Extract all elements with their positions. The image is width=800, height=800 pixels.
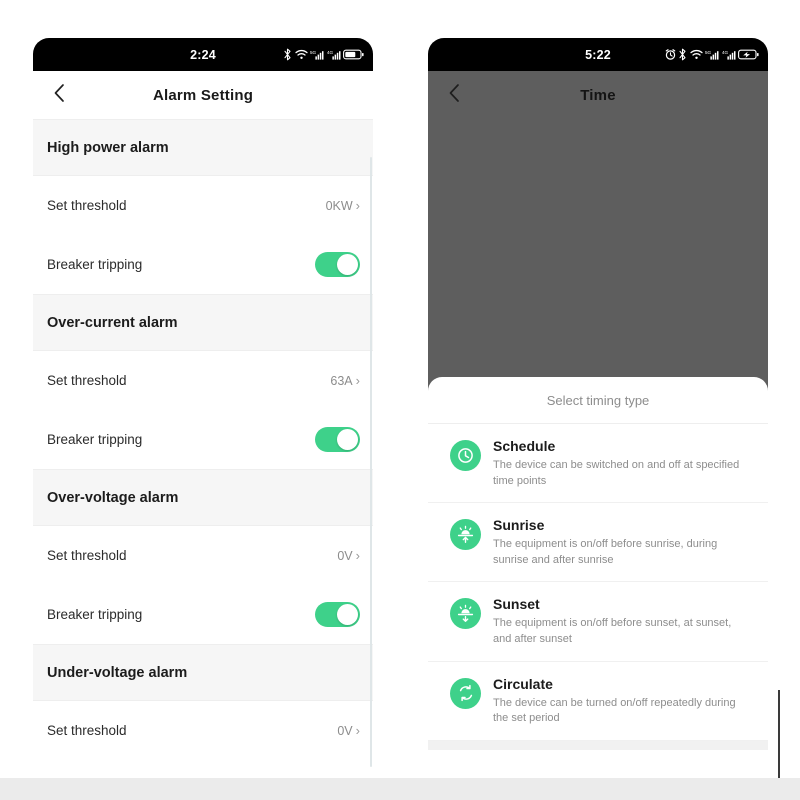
toggle-knob [337, 604, 358, 625]
svg-text:5G: 5G [310, 50, 317, 55]
option-title: Sunset [493, 596, 540, 613]
circulate-icon [450, 677, 481, 709]
row-right: 0V › [337, 549, 360, 563]
page-title: Alarm Setting [152, 86, 254, 104]
battery-icon [343, 49, 364, 60]
option-title: Circulate [493, 675, 553, 692]
wifi-icon [294, 49, 308, 60]
row-value: 0V [337, 723, 353, 738]
option-description: The equipment is on/off before sunset, a… [493, 617, 732, 646]
wifi-icon [689, 49, 703, 60]
sunset-icon [450, 598, 481, 630]
option-title: Sunrise [493, 517, 545, 534]
option-circulate[interactable]: Circulate The device can be turned on/of… [428, 662, 768, 741]
row-value: 63A [330, 373, 353, 388]
sheet-title: Select timing type [428, 377, 768, 424]
battery-charging-icon [738, 49, 759, 60]
bluetooth-icon [283, 48, 292, 61]
page-right-edge [778, 690, 780, 778]
section-title: Over-current alarm [47, 314, 178, 331]
section-title: Over-voltage alarm [47, 489, 179, 506]
row-set-threshold-under-voltage[interactable]: Set threshold 0V › [33, 701, 373, 760]
svg-text:5G: 5G [705, 50, 712, 55]
left-status-bar: 2:24 5G 4G [33, 38, 373, 71]
phone-left-alarm-setting: 2:24 5G 4G Alarm Setting High power alar… [33, 38, 373, 778]
right-nav-bar: Time [428, 71, 768, 119]
toggle-breaker-tripping[interactable] [315, 252, 360, 277]
option-description: The equipment is on/off before sunrise, … [493, 538, 718, 566]
row-label: Breaker tripping [47, 607, 143, 622]
option-description: The device can be turned on/off repeated… [493, 696, 736, 725]
chevron-right-icon: › [355, 548, 360, 563]
right-status-icons: 5G 4G [665, 48, 760, 61]
row-right: 0KW › [326, 199, 360, 213]
row-label: Set threshold [47, 723, 127, 738]
screenshot-canvas: 2:24 5G 4G Alarm Setting High power alar… [0, 0, 800, 800]
row-label: Breaker tripping [47, 257, 143, 272]
row-value: 0KW [325, 198, 353, 213]
row-label: Breaker tripping [47, 432, 143, 447]
signal-icon-2: 4G [327, 49, 341, 60]
option-sunrise[interactable]: Sunrise The equipment is on/off before s… [428, 503, 768, 583]
clock-icon [450, 440, 481, 471]
chevron-right-icon: › [355, 198, 360, 213]
row-set-threshold-high-power[interactable]: Set threshold 0KW › [33, 176, 373, 235]
timing-type-bottom-sheet: Select timing type Schedule The device c… [428, 377, 768, 750]
section-header-over-current-alarm: Over-current alarm [33, 294, 373, 351]
page-title: Time [580, 86, 616, 104]
row-label: Set threshold [47, 548, 127, 563]
alarm-settings-list: High power alarm Set threshold 0KW › Bre… [33, 119, 373, 778]
row-set-threshold-over-voltage[interactable]: Set threshold 0V › [33, 526, 373, 585]
bluetooth-icon [678, 48, 687, 61]
option-text: Sunrise The equipment is on/off before s… [493, 517, 752, 568]
section-header-under-voltage-alarm: Under-voltage alarm [33, 644, 373, 701]
vertical-scrollbar[interactable] [370, 157, 372, 767]
row-right: 0V › [337, 724, 360, 738]
row-right: 63A › [330, 374, 360, 388]
row-value: 0V [337, 548, 353, 563]
toggle-knob [337, 254, 358, 275]
option-text: Circulate The device can be turned on/of… [493, 676, 752, 727]
option-title: Schedule [493, 438, 556, 454]
toggle-breaker-tripping[interactable] [315, 427, 360, 452]
time-screen-body: Select timing type Schedule The device c… [428, 119, 768, 750]
option-text: Schedule The device can be switched on a… [493, 438, 752, 489]
chevron-right-icon: › [355, 373, 360, 388]
right-status-bar: 5:22 5G 4G [428, 38, 768, 71]
row-set-threshold-over-current[interactable]: Set threshold 63A › [33, 351, 373, 410]
section-header-over-voltage-alarm: Over-voltage alarm [33, 469, 373, 526]
row-label: Set threshold [47, 198, 127, 213]
chevron-right-icon: › [355, 723, 360, 738]
option-sunset[interactable]: Sunset The equipment is on/off before su… [428, 582, 768, 662]
section-title: High power alarm [47, 139, 169, 156]
alarm-clock-icon [665, 49, 676, 60]
phone-right-time-picker: 5:22 5G 4G Time Select timing type Sched… [428, 38, 768, 750]
left-nav-bar: Alarm Setting [33, 71, 373, 119]
row-label: Set threshold [47, 373, 127, 388]
sunrise-icon [450, 519, 481, 551]
option-schedule[interactable]: Schedule The device can be switched on a… [428, 424, 768, 504]
toggle-breaker-tripping[interactable] [315, 602, 360, 627]
row-breaker-tripping-high-power[interactable]: Breaker tripping [33, 235, 373, 294]
signal-icon-1: 5G [310, 49, 324, 60]
section-title: Under-voltage alarm [47, 664, 188, 681]
option-description: The device can be switched on and off at… [493, 459, 740, 487]
row-breaker-tripping-over-voltage[interactable]: Breaker tripping [33, 585, 373, 644]
page-bottom-band [0, 778, 800, 800]
svg-text:4G: 4G [722, 50, 729, 55]
signal-icon-2: 4G [722, 49, 736, 60]
row-breaker-tripping-over-current[interactable]: Breaker tripping [33, 410, 373, 469]
left-status-icons: 5G 4G [283, 48, 364, 61]
section-header-high-power-alarm: High power alarm [33, 119, 373, 176]
toggle-knob [337, 429, 358, 450]
svg-text:4G: 4G [327, 50, 334, 55]
sheet-divider [428, 740, 768, 750]
option-text: Sunset The equipment is on/off before su… [493, 596, 752, 647]
signal-icon-1: 5G [705, 49, 719, 60]
